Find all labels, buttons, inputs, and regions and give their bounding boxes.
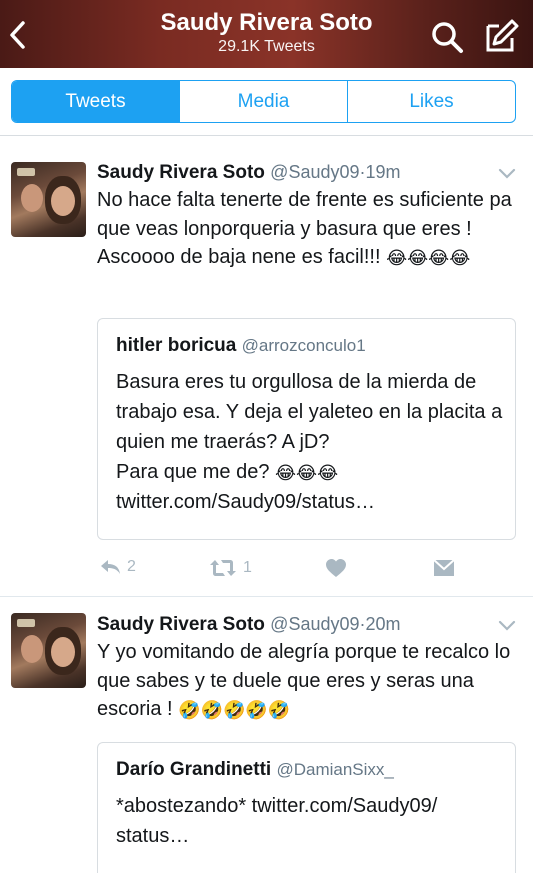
quoted-author-name: Darío Grandinetti <box>116 759 272 780</box>
quoted-tweet[interactable]: hitler boricua @arrozconculo1 Basura ere… <box>97 318 516 540</box>
tweet-item[interactable]: Saudy Rivera Soto @Saudy09·19m No hace f… <box>0 136 533 597</box>
tweet-author-name[interactable]: Saudy Rivera Soto <box>97 162 265 183</box>
search-button[interactable] <box>430 20 466 56</box>
search-icon <box>432 22 463 53</box>
tweet-text: Y yo vomitando de alegría porque te reca… <box>97 641 511 720</box>
tab-likes[interactable]: Likes <box>348 81 515 122</box>
tweet-text-block: Y yo vomitando de alegría porque te reca… <box>97 638 517 724</box>
tweet-author-handle: @Saudy09 <box>270 614 360 634</box>
tweet-item[interactable]: Saudy Rivera Soto @Saudy09·20m Y yo vomi… <box>0 598 533 873</box>
retweet-icon <box>210 560 236 576</box>
like-button[interactable] <box>325 558 347 578</box>
reply-icon <box>101 560 120 574</box>
quoted-text-line2: Para que me de? <box>116 461 270 483</box>
profile-header: Saudy Rivera Soto 29.1K Tweets <box>0 0 533 68</box>
retweet-button[interactable]: 1 <box>209 558 252 578</box>
quoted-emojis: 😂😂😂 <box>275 463 339 483</box>
quoted-author-handle: @arrozconculo1 <box>241 336 366 355</box>
quoted-text-block: Basura eres tu orgullosa de la mierda de… <box>116 367 506 517</box>
reply-button[interactable]: 2 <box>99 558 136 576</box>
tweet-emojis: 🤣🤣🤣🤣🤣 <box>178 700 291 720</box>
tweet-author-name[interactable]: Saudy Rivera Soto <box>97 614 265 635</box>
retweet-count: 1 <box>243 559 252 576</box>
tweet-actions: 2 1 <box>97 556 517 584</box>
heart-icon <box>326 559 346 577</box>
direct-message-button[interactable] <box>433 559 455 577</box>
compose-icon <box>486 19 519 52</box>
quoted-author-name: hitler boricua <box>116 335 237 356</box>
tweet-text-block: No hace falta tenerte de frente es sufic… <box>97 186 517 272</box>
tweet-author-handle: @Saudy09 <box>270 162 360 182</box>
reply-count: 2 <box>127 558 136 575</box>
quoted-text: Basura eres tu orgullosa de la mierda de… <box>116 371 503 453</box>
tab-media[interactable]: Media <box>180 81 348 122</box>
profile-tabs: Tweets Media Likes <box>11 80 516 123</box>
chevron-down-icon[interactable] <box>498 620 516 632</box>
quoted-author-handle: @DamianSixx_ <box>276 760 394 779</box>
quoted-link[interactable]: twitter.com/Saudy09/status… <box>116 491 375 513</box>
compose-button[interactable] <box>482 18 520 56</box>
avatar[interactable] <box>11 613 86 688</box>
tweet-emojis: 😂😂😂😂 <box>386 248 471 268</box>
tweet-time: 20m <box>365 614 401 634</box>
quoted-text[interactable]: *abostezando* twitter.com/Saudy09/ statu… <box>116 791 501 851</box>
tweet-time: 19m <box>365 162 401 182</box>
chevron-down-icon[interactable] <box>498 168 516 180</box>
envelope-icon <box>433 559 455 576</box>
quoted-tweet[interactable]: Darío Grandinetti @DamianSixx_ *abosteza… <box>97 742 516 873</box>
avatar[interactable] <box>11 162 86 237</box>
tabs-bar: Tweets Media Likes <box>0 68 533 136</box>
tab-tweets[interactable]: Tweets <box>12 81 180 122</box>
